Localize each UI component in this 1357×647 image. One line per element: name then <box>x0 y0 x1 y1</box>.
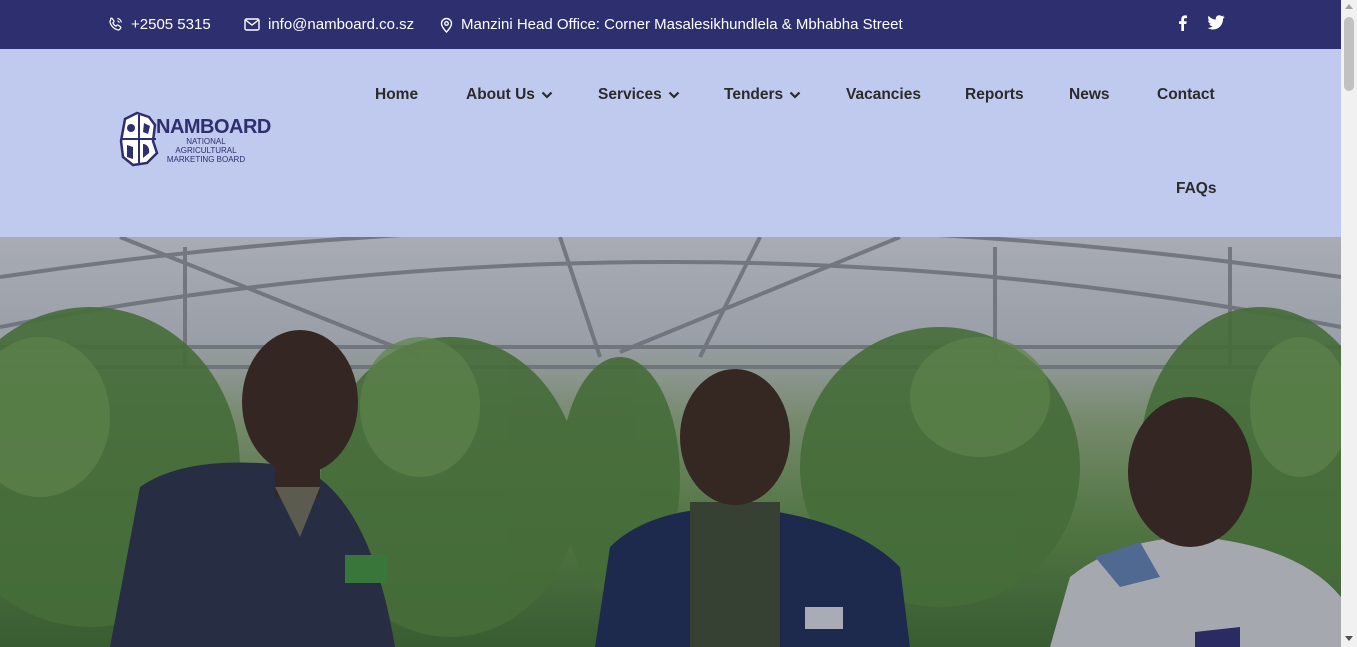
nav-home[interactable]: Home <box>375 85 418 105</box>
facebook-icon <box>1178 14 1187 35</box>
nav-vacancies-label: Vacancies <box>846 86 921 103</box>
address-contact: Manzini Head Office: Corner Masalesikhun… <box>440 0 903 49</box>
phone-icon <box>108 17 123 32</box>
map-pin-icon <box>440 17 453 33</box>
nav-faqs[interactable]: FAQs <box>1176 179 1216 199</box>
nav-contact-label: Contact <box>1157 86 1215 103</box>
phone-number: +2505 5315 <box>131 16 211 33</box>
facebook-link[interactable] <box>1178 0 1187 49</box>
office-address: Manzini Head Office: Corner Masalesikhun… <box>461 16 903 33</box>
nav-tenders[interactable]: Tenders <box>724 85 801 105</box>
scroll-thumb[interactable] <box>1344 17 1354 91</box>
nav-reports-label: Reports <box>965 86 1024 103</box>
namboard-logo[interactable]: NAMBOARD NATIONAL AGRICULTURAL MARKETING… <box>119 111 271 167</box>
hero-banner-image <box>0 237 1341 647</box>
phone-contact[interactable]: +2505 5315 <box>108 0 211 49</box>
top-contact-bar: +2505 5315 info@namboard.co.sz Manzini H… <box>0 0 1341 49</box>
logo-subtitle-line1: NATIONAL AGRICULTURAL <box>175 137 237 155</box>
nav-home-label: Home <box>375 86 419 103</box>
hero-dark-overlay <box>0 237 1341 647</box>
twitter-link[interactable] <box>1207 0 1225 49</box>
nav-tenders-label: Tenders <box>724 86 784 103</box>
logo-name: NAMBOARD <box>156 116 271 138</box>
twitter-icon <box>1207 15 1225 34</box>
scroll-up-arrow-icon[interactable] <box>1345 4 1353 9</box>
nav-reports[interactable]: Reports <box>965 85 1024 105</box>
vertical-scrollbar[interactable] <box>1341 0 1357 647</box>
namboard-emblem-icon <box>119 111 159 167</box>
nav-vacancies[interactable]: Vacancies <box>846 85 921 105</box>
nav-contact[interactable]: Contact <box>1157 85 1215 105</box>
email-contact[interactable]: info@namboard.co.sz <box>244 0 414 49</box>
nav-news-label: News <box>1069 86 1110 103</box>
nav-services[interactable]: Services <box>598 85 680 105</box>
nav-faqs-label: FAQs <box>1176 180 1217 197</box>
nav-about-label: About Us <box>466 86 535 103</box>
email-address: info@namboard.co.sz <box>268 16 415 33</box>
scroll-down-arrow-icon[interactable] <box>1345 636 1353 641</box>
logo-subtitle-line2: MARKETING BOARD <box>166 155 246 164</box>
envelope-icon <box>244 18 260 31</box>
main-navbar: NAMBOARD NATIONAL AGRICULTURAL MARKETING… <box>0 49 1341 237</box>
nav-about-us[interactable]: About Us <box>466 85 553 105</box>
nav-news[interactable]: News <box>1069 85 1110 105</box>
chevron-down-icon <box>541 91 553 99</box>
chevron-down-icon <box>789 91 801 99</box>
nav-services-label: Services <box>598 86 662 103</box>
chevron-down-icon <box>668 91 680 99</box>
